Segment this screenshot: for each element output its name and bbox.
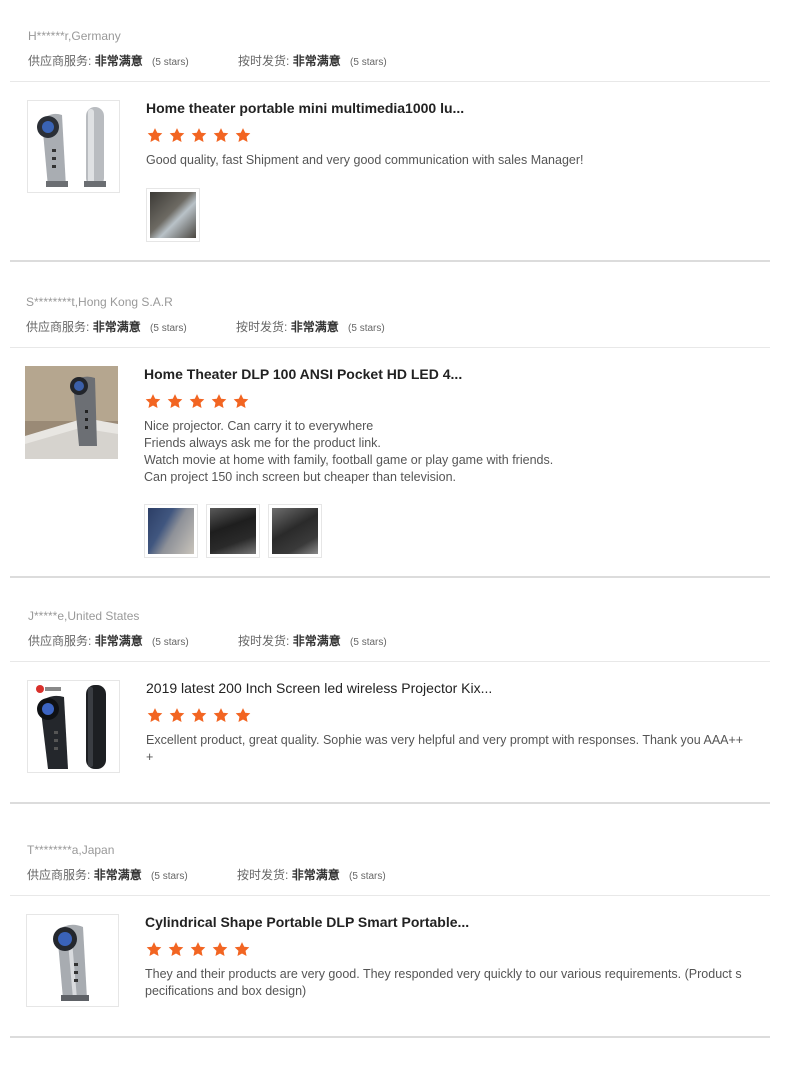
on-time-delivery-value: 非常满意	[291, 868, 340, 882]
on-time-delivery-value: 非常满意	[292, 54, 341, 68]
product-title-link[interactable]: Home theater portable mini multimedia100…	[146, 100, 464, 116]
star-icon	[233, 941, 251, 958]
on-time-delivery-label: 按时发货:	[237, 868, 289, 882]
review-photo-thumbnail[interactable]	[144, 504, 198, 558]
product-image[interactable]	[26, 914, 119, 1007]
reviewer-name: H******r,Germany	[28, 29, 121, 43]
review-comment: Nice projector. Can carry it to everywhe…	[144, 418, 553, 486]
supplier-service-value: 非常满意	[92, 320, 141, 334]
star-icon	[145, 941, 163, 958]
star-icon	[167, 941, 185, 958]
comment-line: Can project 150 inch screen but cheaper …	[144, 470, 456, 484]
star-icon	[144, 393, 162, 410]
star-icon	[166, 393, 184, 410]
star-rating	[145, 941, 255, 959]
supplier-service-stars: (5 stars)	[150, 323, 187, 334]
star-icon	[188, 393, 206, 410]
star-icon	[212, 707, 230, 724]
review-photo-thumbnail[interactable]	[206, 504, 260, 558]
review-divider	[10, 802, 770, 804]
product-image[interactable]	[25, 366, 118, 459]
product-image[interactable]	[27, 680, 120, 773]
star-icon	[168, 707, 186, 724]
star-icon	[168, 127, 186, 144]
product-title-link[interactable]: Cylindrical Shape Portable DLP Smart Por…	[145, 914, 469, 930]
review-card: J*****e,United States 供应商服务: 非常满意 (5 sta…	[0, 580, 790, 806]
product-image[interactable]	[27, 100, 120, 193]
on-time-delivery-label: 按时发货:	[236, 320, 288, 334]
comment-line: Good quality, fast Shipment and very goo…	[146, 153, 584, 167]
review-photos	[146, 188, 200, 242]
on-time-delivery-label: 按时发货:	[238, 54, 290, 68]
star-icon	[210, 393, 228, 410]
comment-line: Excellent product, great quality. Sophie…	[146, 733, 744, 747]
product-title-link[interactable]: 2019 latest 200 Inch Screen led wireless…	[146, 680, 492, 696]
supplier-service-stars: (5 stars)	[152, 637, 189, 648]
supplier-service-value: 非常满意	[93, 868, 142, 882]
supplier-service-label: 供应商服务:	[28, 634, 92, 648]
comment-line: Watch movie at home with family, footbal…	[144, 453, 554, 467]
review-card: T********a,Japan 供应商服务: 非常满意 (5 stars) 按…	[0, 814, 790, 1040]
star-rating	[146, 707, 256, 725]
supplier-ratings: 供应商服务: 非常满意 (5 stars) 按时发货: 非常满意 (5 star…	[27, 866, 386, 883]
review-comment: They and their products are very good. T…	[145, 966, 742, 1000]
review-card: S********t,Hong Kong S.A.R 供应商服务: 非常满意 (…	[0, 266, 790, 580]
on-time-delivery-stars: (5 stars)	[349, 871, 386, 882]
star-icon	[190, 127, 208, 144]
star-icon	[146, 127, 164, 144]
comment-line: +	[146, 750, 154, 764]
review-comment: Good quality, fast Shipment and very goo…	[146, 152, 584, 169]
review-divider	[10, 576, 770, 578]
comment-line: pecifications and box design)	[145, 984, 307, 998]
on-time-delivery-value: 非常满意	[292, 634, 341, 648]
comment-line: Friends always ask me for the product li…	[144, 436, 381, 450]
review-comment: Excellent product, great quality. Sophie…	[146, 732, 743, 766]
supplier-ratings: 供应商服务: 非常满意 (5 stars) 按时发货: 非常满意 (5 star…	[26, 318, 385, 335]
review-card: H******r,Germany 供应商服务: 非常满意 (5 stars) 按…	[0, 0, 790, 262]
supplier-service-label: 供应商服务:	[27, 868, 91, 882]
review-photo-thumbnail[interactable]	[146, 188, 200, 242]
supplier-service-value: 非常满意	[94, 634, 143, 648]
star-icon	[234, 127, 252, 144]
review-photo-thumbnail[interactable]	[268, 504, 322, 558]
reviewer-name: S********t,Hong Kong S.A.R	[26, 295, 173, 309]
divider	[10, 347, 770, 348]
star-icon	[189, 941, 207, 958]
review-divider	[10, 260, 770, 262]
divider	[10, 661, 770, 662]
star-icon	[212, 127, 230, 144]
supplier-service-stars: (5 stars)	[151, 871, 188, 882]
on-time-delivery-label: 按时发货:	[238, 634, 290, 648]
divider	[10, 895, 770, 896]
on-time-delivery-value: 非常满意	[290, 320, 339, 334]
supplier-service-label: 供应商服务:	[26, 320, 90, 334]
product-title-link[interactable]: Home Theater DLP 100 ANSI Pocket HD LED …	[144, 366, 462, 382]
comment-line: Nice projector. Can carry it to everywhe…	[144, 419, 374, 433]
review-photos	[144, 504, 322, 558]
on-time-delivery-stars: (5 stars)	[350, 57, 387, 68]
star-rating	[146, 127, 256, 145]
star-icon	[190, 707, 208, 724]
on-time-delivery-stars: (5 stars)	[348, 323, 385, 334]
star-rating	[144, 393, 254, 411]
supplier-service-label: 供应商服务:	[28, 54, 92, 68]
supplier-service-stars: (5 stars)	[152, 57, 189, 68]
review-divider	[10, 1036, 770, 1038]
reviewer-name: J*****e,United States	[28, 609, 140, 623]
star-icon	[234, 707, 252, 724]
on-time-delivery-stars: (5 stars)	[350, 637, 387, 648]
reviewer-name: T********a,Japan	[27, 843, 115, 857]
star-icon	[211, 941, 229, 958]
supplier-ratings: 供应商服务: 非常满意 (5 stars) 按时发货: 非常满意 (5 star…	[28, 632, 387, 649]
divider	[10, 81, 770, 82]
supplier-ratings: 供应商服务: 非常满意 (5 stars) 按时发货: 非常满意 (5 star…	[28, 52, 387, 69]
comment-line: They and their products are very good. T…	[145, 967, 742, 981]
star-icon	[232, 393, 250, 410]
star-icon	[146, 707, 164, 724]
supplier-service-value: 非常满意	[94, 54, 143, 68]
